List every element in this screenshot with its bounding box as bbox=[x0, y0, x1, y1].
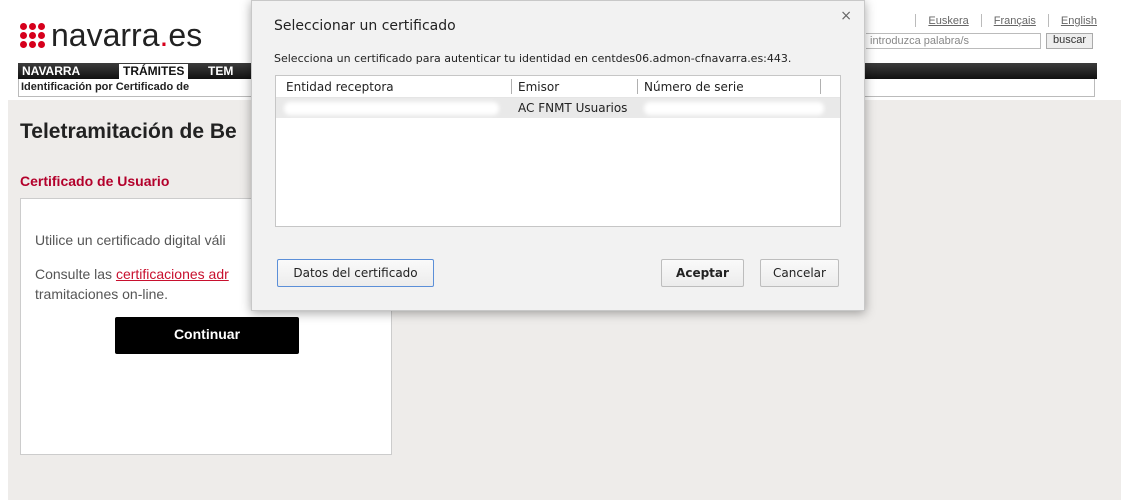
section-title: Certificado de Usuario bbox=[20, 173, 170, 189]
table-row[interactable]: AC FNMT Usuarios bbox=[276, 98, 840, 118]
select-certificate-dialog: Seleccionar un certificado × Selecciona … bbox=[251, 0, 865, 311]
column-entidad-receptora[interactable]: Entidad receptora bbox=[286, 80, 394, 94]
dialog-title: Seleccionar un certificado bbox=[274, 18, 456, 34]
accept-button[interactable]: Aceptar bbox=[661, 259, 744, 287]
nav-item-tramites[interactable]: TRÁMITES bbox=[119, 64, 189, 79]
info-text: Utilice un certificado digital váli bbox=[35, 232, 226, 248]
certificate-details-button[interactable]: Datos del certificado bbox=[277, 259, 434, 287]
row-emisor: AC FNMT Usuarios bbox=[518, 101, 628, 115]
column-divider bbox=[820, 79, 821, 94]
logo-text: navarra.es bbox=[51, 17, 203, 53]
navarra-logo[interactable]: navarra.es bbox=[20, 15, 202, 55]
column-divider bbox=[511, 79, 512, 94]
logo-dots-icon bbox=[20, 22, 45, 48]
close-icon[interactable]: × bbox=[840, 8, 852, 24]
divider bbox=[915, 14, 917, 27]
lang-francais-link[interactable]: Français bbox=[994, 15, 1036, 27]
search-input[interactable]: introduzca palabra/s bbox=[866, 33, 1041, 49]
continue-button[interactable]: Continuar bbox=[115, 317, 299, 354]
column-emisor[interactable]: Emisor bbox=[518, 80, 559, 94]
search-bar: introduzca palabra/s buscar bbox=[866, 33, 1094, 49]
search-button[interactable]: buscar bbox=[1046, 33, 1094, 49]
lang-euskera-link[interactable]: Euskera bbox=[928, 15, 968, 27]
lang-english-link[interactable]: English bbox=[1061, 15, 1097, 27]
language-switcher: Euskera Français English bbox=[903, 14, 1097, 27]
info-text-suffix: tramitaciones on-line. bbox=[35, 286, 169, 302]
cancel-button[interactable]: Cancelar bbox=[760, 259, 839, 287]
info-text-prefix: Consulte las bbox=[35, 266, 116, 282]
nav-item-navarra[interactable]: NAVARRA bbox=[18, 64, 84, 79]
divider bbox=[980, 14, 982, 27]
table-header: Entidad receptora Emisor Número de serie bbox=[276, 76, 840, 98]
certifications-link[interactable]: certificaciones adr bbox=[116, 266, 229, 282]
certificate-table: Entidad receptora Emisor Número de serie… bbox=[275, 75, 841, 227]
redacted-field bbox=[284, 102, 499, 115]
divider bbox=[1047, 14, 1049, 27]
column-numero-serie[interactable]: Número de serie bbox=[644, 80, 744, 94]
page-title: Teletramitación de Be bbox=[20, 120, 237, 143]
redacted-field bbox=[644, 102, 824, 115]
info-text-links: Consulte las certificaciones adr bbox=[35, 266, 229, 282]
nav-item-temas[interactable]: TEM bbox=[204, 64, 237, 79]
column-divider bbox=[637, 79, 638, 94]
dialog-description: Selecciona un certificado para autentica… bbox=[274, 52, 792, 65]
